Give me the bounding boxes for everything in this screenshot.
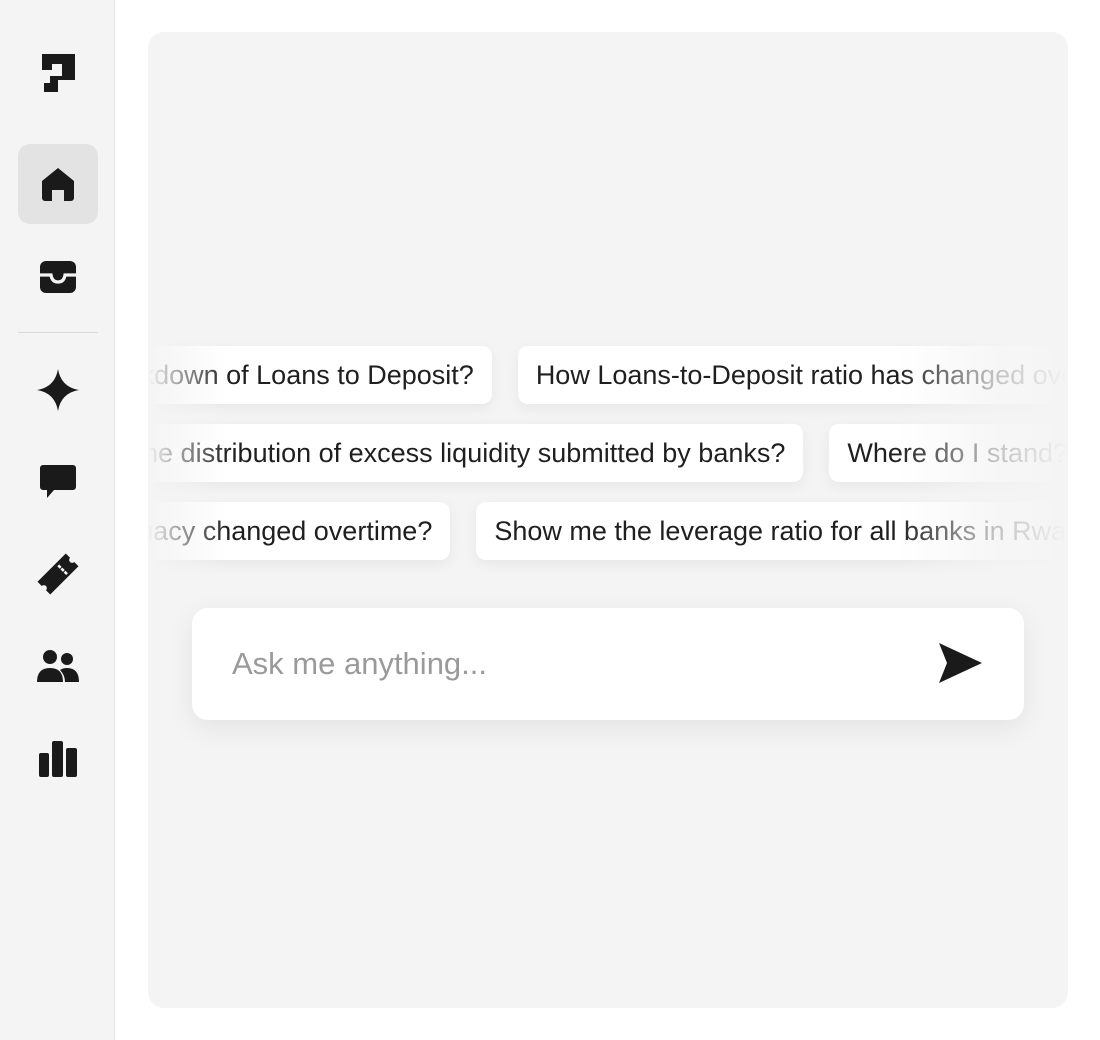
suggestion-chip[interactable]: How Loans-to-Deposit ratio has changed o… [517, 346, 1068, 404]
ticket-icon [36, 552, 80, 596]
nav-tickets[interactable] [18, 534, 98, 614]
inbox-icon [39, 257, 77, 295]
nav-chat[interactable] [18, 442, 98, 522]
send-button[interactable] [934, 640, 986, 690]
nav-ai[interactable] [18, 350, 98, 430]
suggestion-chip[interactable]: What is the distribution of excess liqui… [148, 424, 804, 482]
suggestion-chip[interactable]: How has capital adequacy changed overtim… [148, 502, 451, 560]
suggestion-chip[interactable]: What is the breakdown of Loans to Deposi… [148, 346, 492, 404]
bar-chart-icon [39, 739, 77, 777]
suggestion-chip[interactable]: Where do I stand? [829, 424, 1068, 482]
home-icon [39, 165, 77, 203]
chat-bubble-icon [39, 464, 77, 500]
suggestion-row-2: What is the distribution of excess liqui… [148, 424, 1068, 482]
nav-analytics[interactable] [18, 718, 98, 798]
sidebar [0, 0, 115, 1040]
suggestion-chip[interactable]: Show me the leverage ratio for all banks… [476, 502, 1068, 560]
chat-composer [192, 608, 1024, 720]
sidebar-divider [18, 332, 98, 333]
send-icon [937, 641, 983, 690]
suggestion-row-1: What is the breakdown of Loans to Deposi… [148, 346, 1068, 404]
logo-icon[interactable] [42, 54, 75, 92]
nav-home[interactable] [18, 144, 98, 224]
suggestion-row-3: How has capital adequacy changed overtim… [148, 502, 1068, 560]
sparkle-icon [37, 369, 79, 411]
nav-inbox[interactable] [18, 236, 98, 316]
nav-users[interactable] [18, 626, 98, 706]
chat-input[interactable] [232, 636, 892, 692]
users-icon [37, 648, 79, 684]
main-panel: What is the breakdown of Loans to Deposi… [148, 32, 1068, 1008]
